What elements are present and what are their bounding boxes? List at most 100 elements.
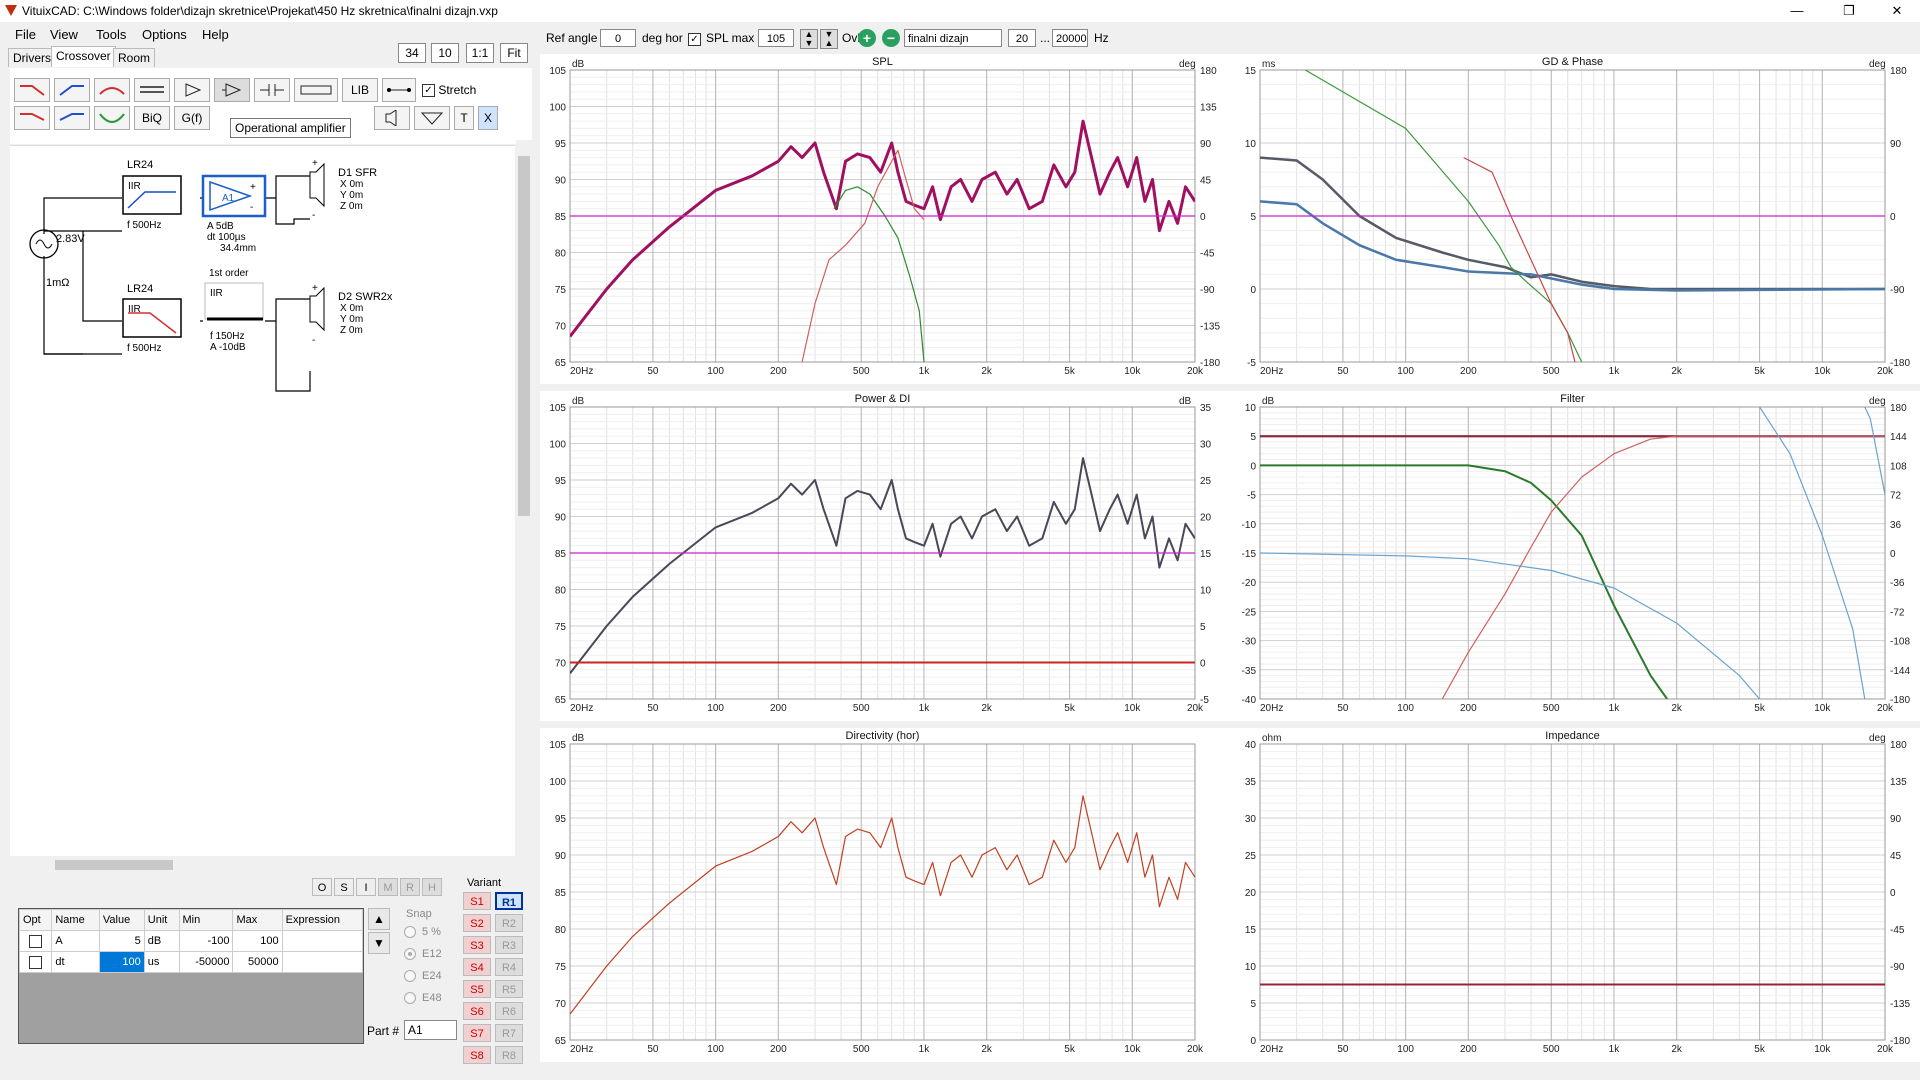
- restore-button[interactable]: ❐: [1826, 0, 1872, 22]
- spl-max-check[interactable]: ✓: [688, 33, 701, 47]
- r-button[interactable]: R: [400, 878, 420, 896]
- snap-e12[interactable]: E12: [404, 948, 442, 961]
- opamp-button[interactable]: [214, 78, 250, 102]
- s-button[interactable]: S: [334, 878, 354, 896]
- tab-room[interactable]: Room: [113, 48, 156, 67]
- hscroll-thumb[interactable]: [55, 860, 173, 870]
- table-row[interactable]: dt 100 us -50000 50000: [18, 951, 364, 973]
- menu-tools[interactable]: Tools: [96, 27, 126, 42]
- biquad-button[interactable]: BiQ: [134, 106, 170, 130]
- table-row[interactable]: A 5 dB -100 100: [18, 930, 364, 952]
- driver-d2-icon[interactable]: [309, 286, 325, 332]
- variant-r1[interactable]: R1: [495, 892, 523, 910]
- snap-e24[interactable]: E24: [404, 970, 442, 983]
- expression-cell[interactable]: [281, 951, 364, 973]
- wire-button[interactable]: [382, 78, 416, 102]
- menu-file[interactable]: File: [15, 27, 36, 42]
- highpass2-button[interactable]: [54, 106, 90, 130]
- variant-s6[interactable]: S6: [463, 1002, 491, 1020]
- variant-r7[interactable]: R7: [495, 1024, 523, 1042]
- bandpass-button[interactable]: [94, 78, 130, 102]
- part-input[interactable]: A1: [404, 1020, 457, 1040]
- freq-high-input[interactable]: 20000: [1052, 29, 1088, 47]
- add-overlay-icon[interactable]: +: [858, 29, 876, 47]
- zoom-a-box[interactable]: 34: [398, 43, 426, 63]
- i-button[interactable]: I: [356, 878, 376, 896]
- max-cell[interactable]: 100: [232, 930, 283, 952]
- snap-e48[interactable]: E48: [404, 992, 442, 1005]
- highpass-button[interactable]: [54, 78, 90, 102]
- ground-button[interactable]: [414, 106, 450, 130]
- expression-cell[interactable]: [281, 930, 364, 952]
- move-down-button[interactable]: ▼: [368, 932, 390, 954]
- resistor-button[interactable]: [294, 78, 338, 102]
- vscroll-thumb[interactable]: [518, 156, 530, 516]
- move-up-button[interactable]: ▲: [368, 908, 390, 930]
- variant-s1[interactable]: S1: [463, 892, 491, 910]
- h-button[interactable]: H: [422, 878, 442, 896]
- menu-help[interactable]: Help: [202, 27, 229, 42]
- spl-fit-icon[interactable]: ▼ ▲: [820, 29, 838, 49]
- variant-s5[interactable]: S5: [463, 980, 491, 998]
- notch-button[interactable]: [134, 78, 170, 102]
- stretch-check[interactable]: ✓: [422, 84, 435, 98]
- variant-s3[interactable]: S3: [463, 936, 491, 954]
- variant-r4[interactable]: R4: [495, 958, 523, 976]
- opt-checkbox[interactable]: [29, 955, 43, 969]
- variant-s2[interactable]: S2: [463, 914, 491, 932]
- menu-view[interactable]: View: [50, 27, 78, 42]
- variant-r3[interactable]: R3: [495, 936, 523, 954]
- zoom-1to1-button[interactable]: 1:1: [466, 43, 494, 63]
- opt-checkbox[interactable]: [29, 934, 43, 948]
- x-button[interactable]: X: [478, 106, 498, 130]
- close-button[interactable]: ✕: [1874, 0, 1920, 22]
- variant-s7[interactable]: S7: [463, 1024, 491, 1042]
- o-button[interactable]: O: [312, 878, 332, 896]
- buffer-button[interactable]: [174, 78, 210, 102]
- capacitor-button[interactable]: [254, 78, 290, 102]
- freq-low-input[interactable]: 20: [1008, 29, 1036, 47]
- variant-r2[interactable]: R2: [495, 914, 523, 932]
- opt-cell[interactable]: [18, 951, 53, 973]
- zoom-fit-button[interactable]: Fit: [500, 43, 528, 63]
- lib-button[interactable]: LIB: [342, 78, 378, 102]
- radio-icon[interactable]: [404, 926, 416, 939]
- gd-phase-chart[interactable]: 151050-5180900-90-18020Hz 50 100 200 500 1k 2k…: [1230, 54, 1920, 384]
- variant-r6[interactable]: R6: [495, 1002, 523, 1020]
- value-cell[interactable]: 100: [98, 951, 145, 973]
- radio-icon[interactable]: [404, 992, 416, 1005]
- schematic-canvas[interactable]: 2.83V 1mΩ LR24 IIR f 500Hz A1 + - A 5dB …: [10, 145, 515, 856]
- driver-d1-icon[interactable]: [309, 162, 325, 208]
- min-cell[interactable]: -50000: [178, 951, 234, 973]
- remove-overlay-icon[interactable]: −: [882, 29, 900, 47]
- schematic-hscroll[interactable]: [10, 857, 515, 873]
- text-button[interactable]: T: [454, 106, 474, 130]
- snap-5pct[interactable]: 5 %: [404, 926, 441, 939]
- allpass-button[interactable]: [94, 106, 130, 130]
- tab-drivers[interactable]: Drivers: [8, 48, 56, 67]
- variant-r5[interactable]: R5: [495, 980, 523, 998]
- spl-max-input[interactable]: 105: [758, 29, 794, 47]
- lowpass2-button[interactable]: [14, 106, 50, 130]
- spl-max-checkbox[interactable]: ✓: [688, 32, 701, 47]
- schematic-vscroll[interactable]: [516, 140, 532, 855]
- max-cell[interactable]: 50000: [232, 951, 283, 973]
- stretch-checkbox[interactable]: ✓ Stretch: [422, 83, 476, 98]
- menu-options[interactable]: Options: [142, 27, 187, 42]
- opt-cell[interactable]: [18, 930, 53, 952]
- spl-chart[interactable]: 105 100 95 90 85 80 75 70 65 180 135 90 45 0 -45 -90 -13…: [540, 54, 1230, 384]
- minimize-button[interactable]: —: [1774, 0, 1820, 22]
- radio-icon[interactable]: [404, 970, 416, 983]
- power-di-chart[interactable]: 1051009590858075706535302520151050-520Hz…: [540, 391, 1230, 721]
- impedance-chart[interactable]: 403530252015105018013590450-45-90-135-18…: [1230, 728, 1920, 1062]
- directivity-chart[interactable]: 105 100 95 90 85 80 75 70 6520Hz 50 100 200 500 1k 2k 5…: [540, 728, 1230, 1062]
- variant-s8[interactable]: S8: [463, 1046, 491, 1064]
- value-cell[interactable]: 5: [98, 930, 145, 952]
- zoom-b-box[interactable]: 10: [431, 43, 459, 63]
- lowpass-button[interactable]: [14, 78, 50, 102]
- spl-up-down-icon[interactable]: ▲ ▼: [800, 29, 818, 49]
- gf-button[interactable]: G(f): [174, 106, 210, 130]
- ref-angle-input[interactable]: 0: [600, 29, 636, 47]
- min-cell[interactable]: -100: [178, 930, 234, 952]
- variant-r8[interactable]: R8: [495, 1046, 523, 1064]
